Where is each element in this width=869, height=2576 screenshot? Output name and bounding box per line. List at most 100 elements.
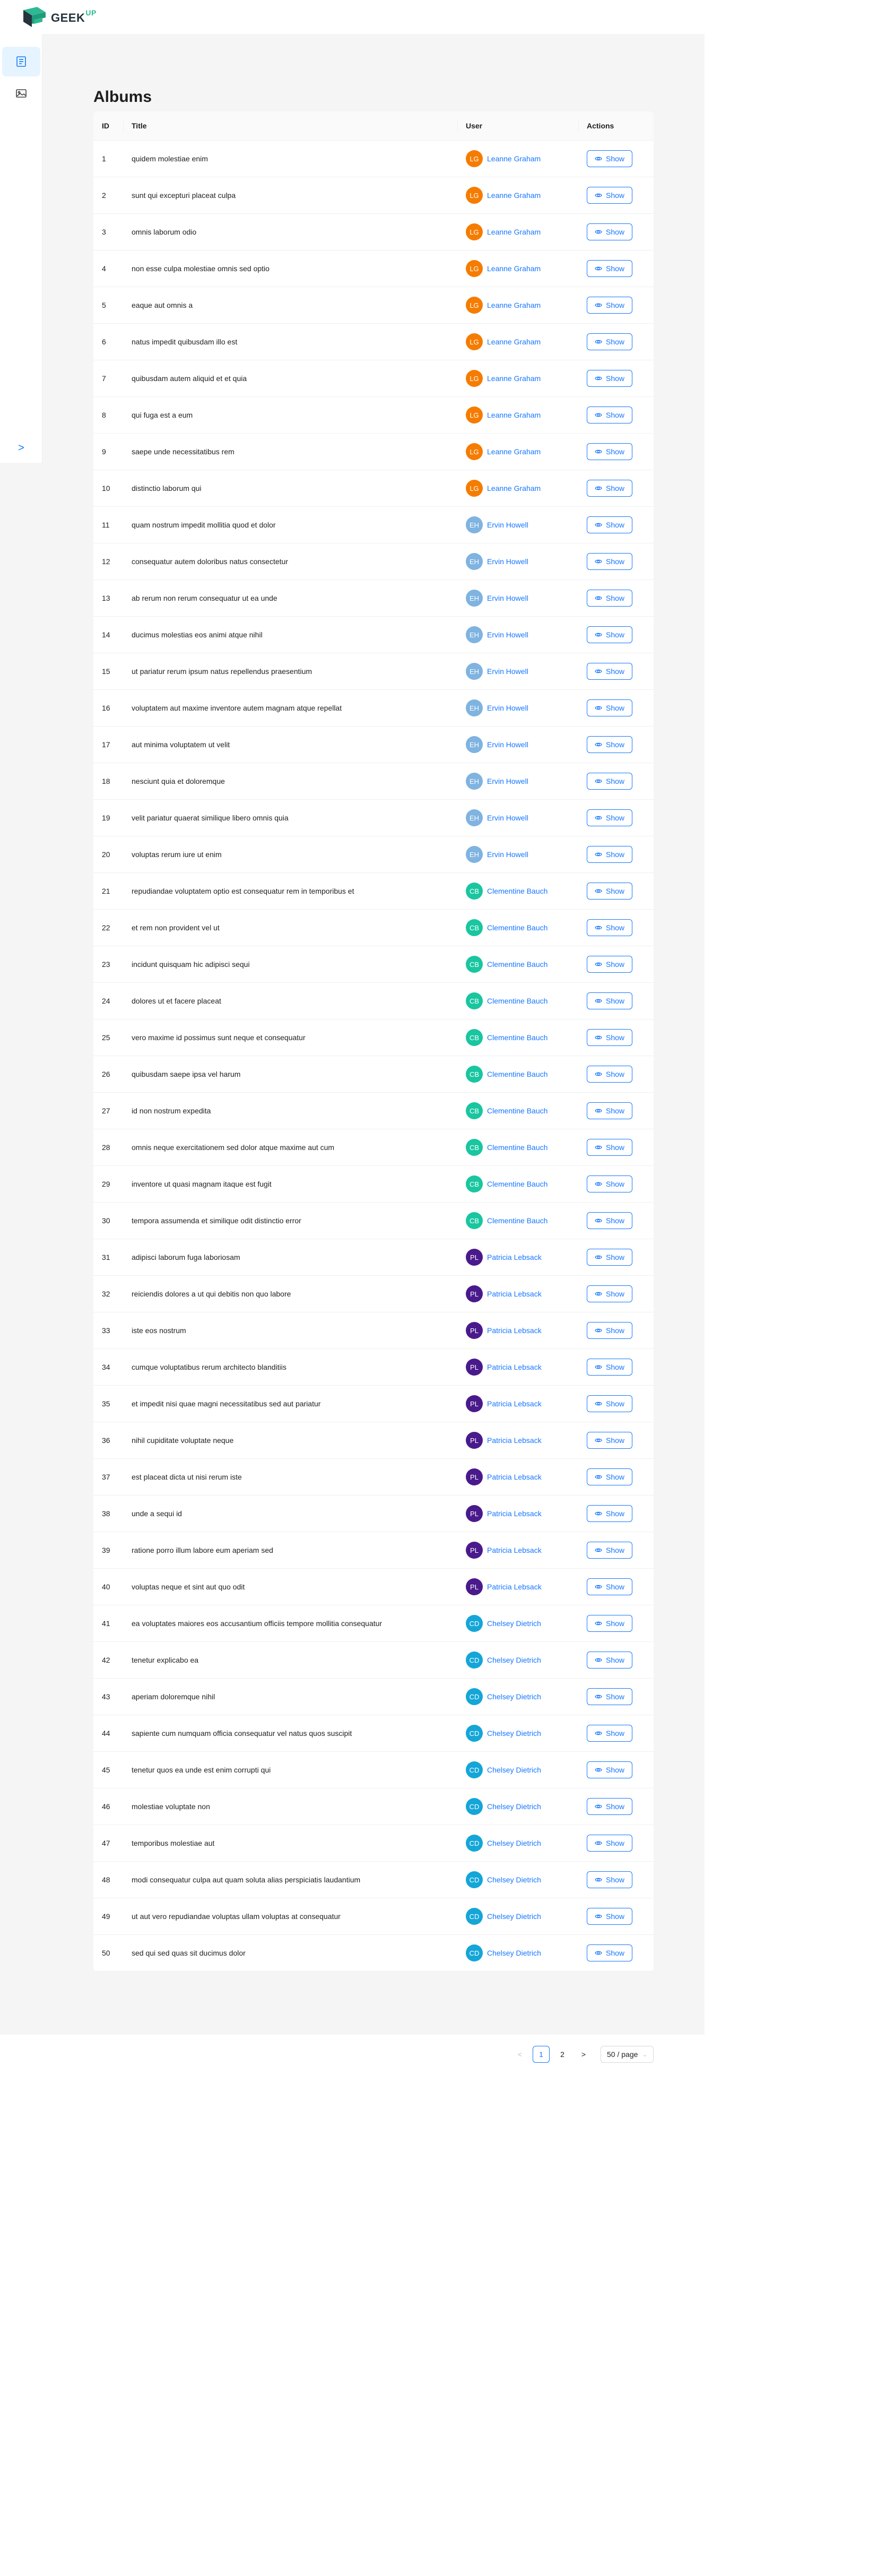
user-link[interactable]: Leanne Graham [487, 301, 541, 309]
show-button[interactable]: Show [587, 919, 633, 936]
show-button[interactable]: Show [587, 1029, 633, 1046]
user-link[interactable]: Patricia Lebsack [487, 1509, 542, 1518]
show-button[interactable]: Show [587, 1944, 633, 1961]
user-link[interactable]: Ervin Howell [487, 630, 528, 639]
show-button[interactable]: Show [587, 736, 633, 753]
show-button[interactable]: Show [587, 1615, 633, 1632]
show-button[interactable]: Show [587, 626, 633, 643]
show-button[interactable]: Show [587, 1578, 633, 1595]
user-link[interactable]: Chelsey Dietrich [487, 1766, 541, 1774]
show-button[interactable]: Show [587, 992, 633, 1009]
show-button[interactable]: Show [587, 1175, 633, 1192]
user-link[interactable]: Clementine Bauch [487, 887, 548, 895]
user-link[interactable]: Chelsey Dietrich [487, 1692, 541, 1701]
user-link[interactable]: Chelsey Dietrich [487, 1729, 541, 1737]
sidebar-item-posts[interactable] [2, 47, 40, 76]
show-button[interactable]: Show [587, 1212, 633, 1229]
user-link[interactable]: Patricia Lebsack [487, 1326, 542, 1335]
show-button[interactable]: Show [587, 883, 633, 900]
show-button[interactable]: Show [587, 223, 633, 240]
app-logo[interactable]: GEEKUP [21, 6, 97, 28]
show-button[interactable]: Show [587, 956, 633, 973]
user-link[interactable]: Patricia Lebsack [487, 1399, 542, 1408]
user-link[interactable]: Clementine Bauch [487, 1143, 548, 1152]
user-link[interactable]: Ervin Howell [487, 557, 528, 566]
show-button[interactable]: Show [587, 1505, 633, 1522]
user-link[interactable]: Clementine Bauch [487, 1107, 548, 1115]
show-button[interactable]: Show [587, 846, 633, 863]
show-button[interactable]: Show [587, 1542, 633, 1559]
show-button[interactable]: Show [587, 1652, 633, 1669]
show-button[interactable]: Show [587, 1908, 633, 1925]
show-button[interactable]: Show [587, 1139, 633, 1156]
user-link[interactable]: Clementine Bauch [487, 1216, 548, 1225]
show-button[interactable]: Show [587, 297, 633, 314]
pagination-next-button[interactable]: > [575, 2046, 592, 2063]
user-link[interactable]: Ervin Howell [487, 777, 528, 785]
user-link[interactable]: Ervin Howell [487, 594, 528, 602]
show-button[interactable]: Show [587, 1285, 633, 1302]
show-button[interactable]: Show [587, 1395, 633, 1412]
user-link[interactable]: Leanne Graham [487, 484, 541, 492]
show-button[interactable]: Show [587, 1688, 633, 1705]
show-button[interactable]: Show [587, 1798, 633, 1815]
show-button[interactable]: Show [587, 407, 633, 423]
user-link[interactable]: Ervin Howell [487, 667, 528, 676]
user-link[interactable]: Ervin Howell [487, 850, 528, 859]
show-button[interactable]: Show [587, 480, 633, 497]
user-link[interactable]: Clementine Bauch [487, 923, 548, 932]
pagination-prev-button[interactable]: < [511, 2046, 528, 2063]
user-link[interactable]: Leanne Graham [487, 411, 541, 419]
user-link[interactable]: Ervin Howell [487, 814, 528, 822]
show-button[interactable]: Show [587, 1725, 633, 1742]
sidebar-item-albums[interactable] [2, 79, 40, 108]
show-button[interactable]: Show [587, 809, 633, 826]
user-link[interactable]: Clementine Bauch [487, 1033, 548, 1042]
user-link[interactable]: Chelsey Dietrich [487, 1802, 541, 1811]
user-link[interactable]: Clementine Bauch [487, 1070, 548, 1078]
user-link[interactable]: Chelsey Dietrich [487, 1619, 541, 1628]
user-link[interactable]: Leanne Graham [487, 191, 541, 200]
show-button[interactable]: Show [587, 1066, 633, 1083]
user-link[interactable]: Chelsey Dietrich [487, 1949, 541, 1957]
user-link[interactable]: Ervin Howell [487, 521, 528, 529]
show-button[interactable]: Show [587, 1249, 633, 1266]
user-link[interactable]: Leanne Graham [487, 338, 541, 346]
show-button[interactable]: Show [587, 333, 633, 350]
show-button[interactable]: Show [587, 1871, 633, 1888]
show-button[interactable]: Show [587, 699, 633, 716]
user-link[interactable]: Ervin Howell [487, 704, 528, 712]
show-button[interactable]: Show [587, 773, 633, 790]
user-link[interactable]: Patricia Lebsack [487, 1546, 542, 1554]
user-link[interactable]: Patricia Lebsack [487, 1473, 542, 1481]
show-button[interactable]: Show [587, 590, 633, 607]
user-link[interactable]: Chelsey Dietrich [487, 1656, 541, 1664]
user-link[interactable]: Leanne Graham [487, 447, 541, 456]
user-link[interactable]: Patricia Lebsack [487, 1253, 542, 1261]
show-button[interactable]: Show [587, 663, 633, 680]
show-button[interactable]: Show [587, 553, 633, 570]
user-link[interactable]: Ervin Howell [487, 740, 528, 749]
user-link[interactable]: Chelsey Dietrich [487, 1912, 541, 1921]
user-link[interactable]: Leanne Graham [487, 374, 541, 383]
user-link[interactable]: Patricia Lebsack [487, 1290, 542, 1298]
show-button[interactable]: Show [587, 260, 633, 277]
show-button[interactable]: Show [587, 1468, 633, 1485]
show-button[interactable]: Show [587, 443, 633, 460]
show-button[interactable]: Show [587, 1102, 633, 1119]
show-button[interactable]: Show [587, 1432, 633, 1449]
user-link[interactable]: Patricia Lebsack [487, 1436, 542, 1445]
user-link[interactable]: Clementine Bauch [487, 960, 548, 969]
show-button[interactable]: Show [587, 150, 633, 167]
user-link[interactable]: Chelsey Dietrich [487, 1839, 541, 1847]
user-link[interactable]: Patricia Lebsack [487, 1363, 542, 1371]
page-size-select[interactable]: 50 / page ⌄ [601, 2046, 654, 2063]
user-link[interactable]: Clementine Bauch [487, 997, 548, 1005]
show-button[interactable]: Show [587, 187, 633, 204]
pagination-page-1[interactable]: 1 [533, 2046, 550, 2063]
user-link[interactable]: Leanne Graham [487, 154, 541, 163]
show-button[interactable]: Show [587, 1322, 633, 1339]
show-button[interactable]: Show [587, 370, 633, 387]
user-link[interactable]: Patricia Lebsack [487, 1583, 542, 1591]
show-button[interactable]: Show [587, 516, 633, 533]
